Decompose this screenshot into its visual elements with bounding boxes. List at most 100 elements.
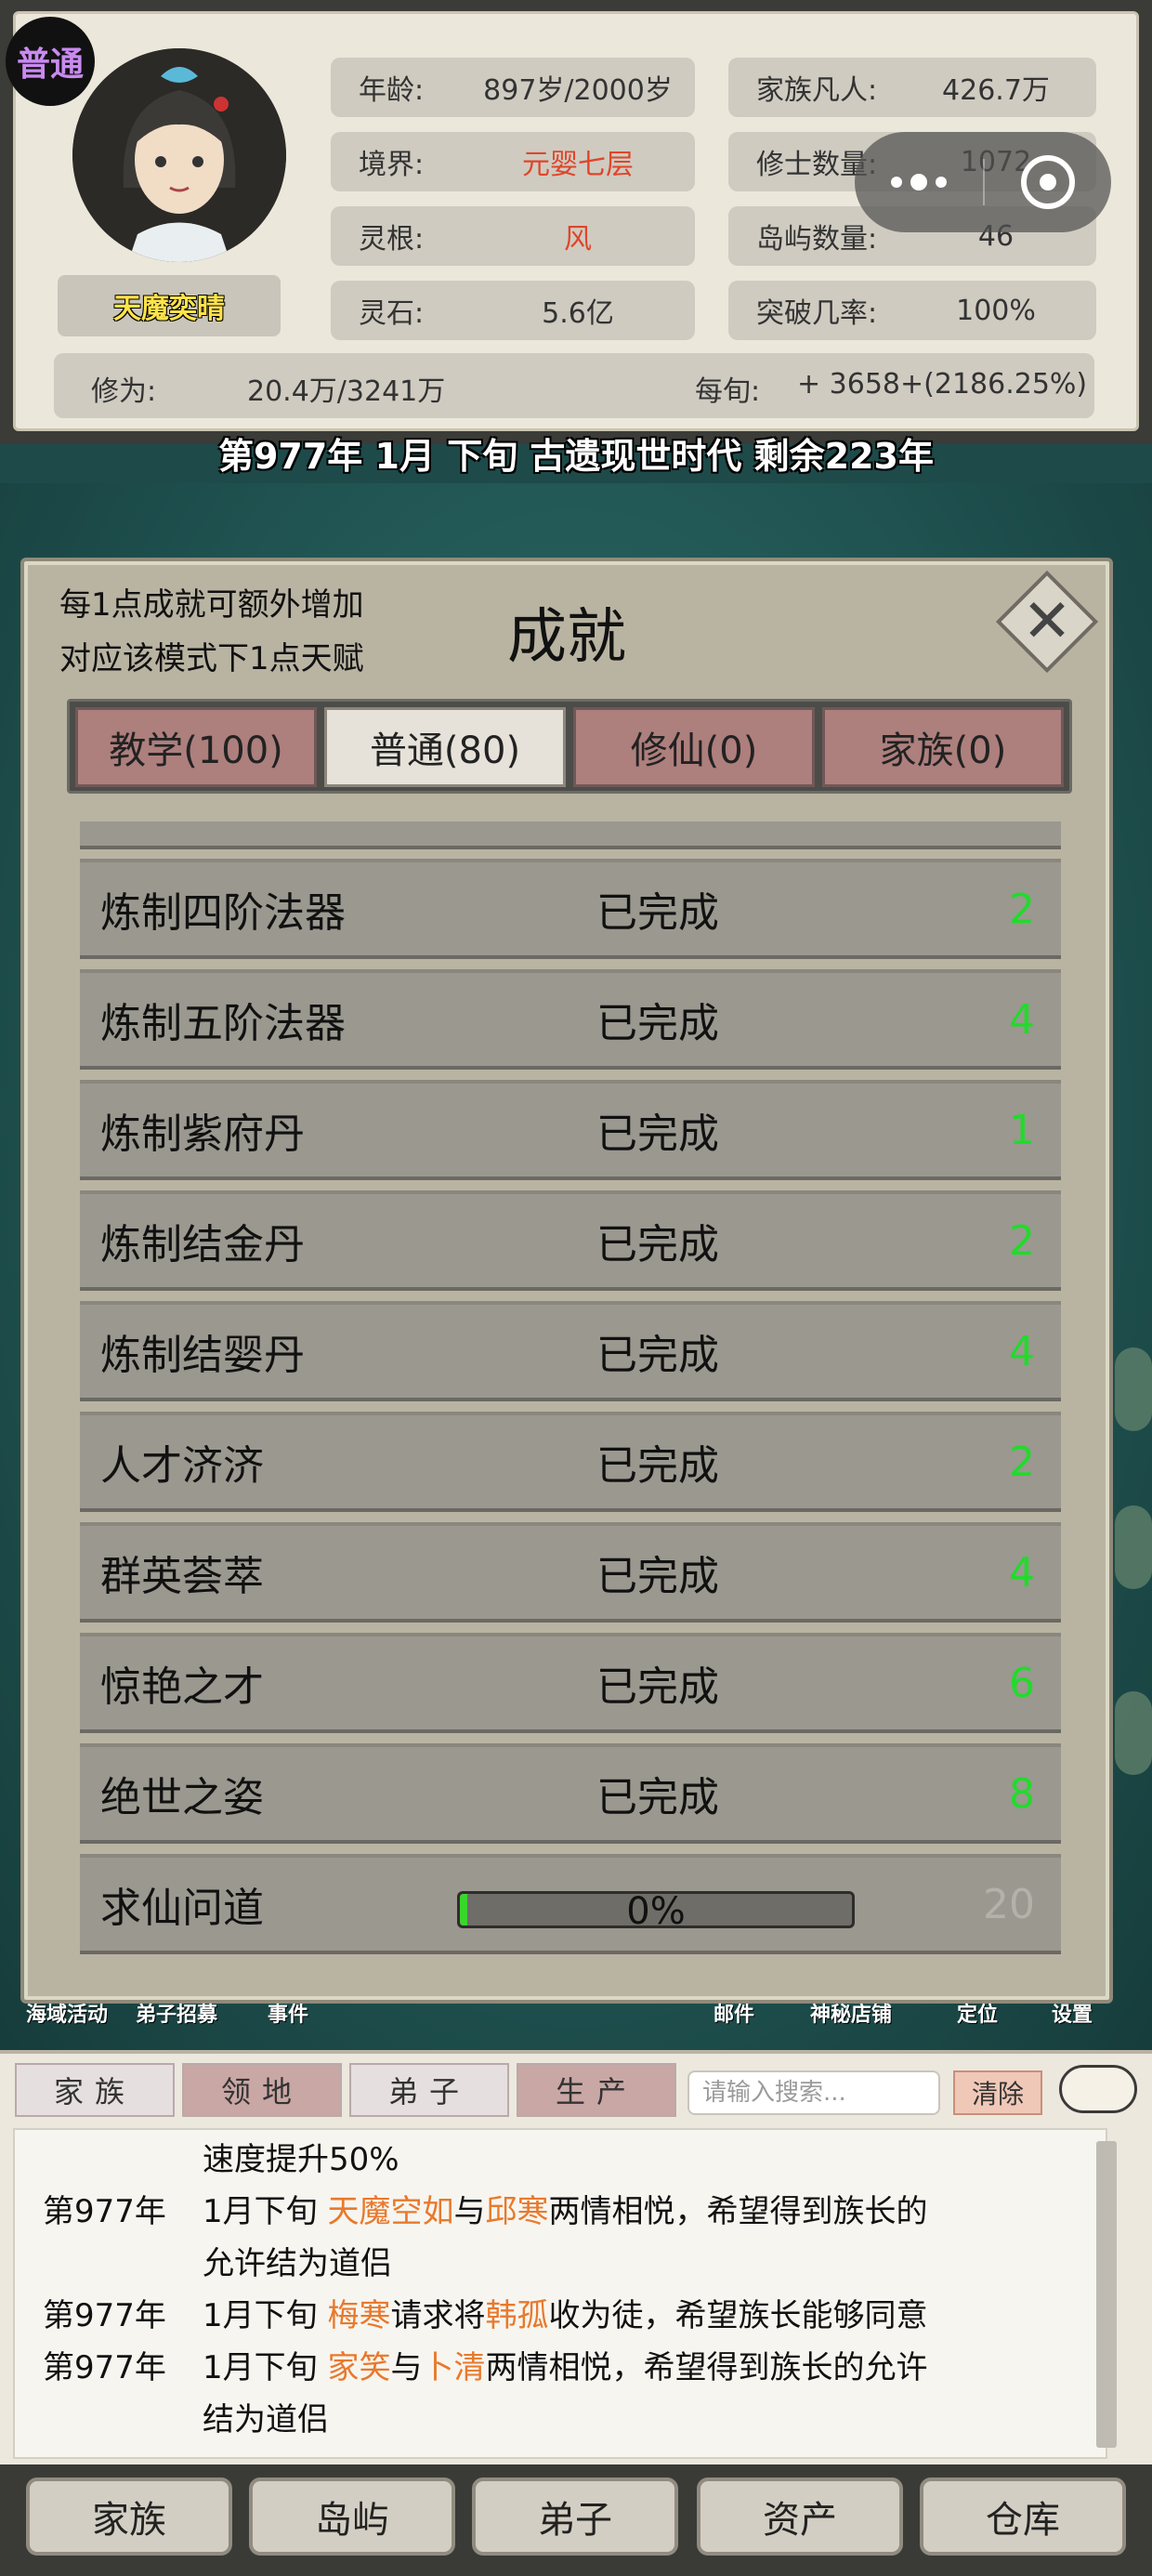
realm-stat: 境界: 元婴七层	[331, 132, 695, 191]
log-entry-name[interactable]: 天魔空如	[327, 2193, 453, 2230]
cloud-icon[interactable]	[1059, 2065, 1137, 2113]
settings-button[interactable]: 设置	[1052, 1998, 1093, 2028]
achievement-points: 4	[1009, 1548, 1035, 1597]
log-list[interactable]: 速度提升50% 第977年 1月下旬 天魔空如与邱寒两情相悦，希望得到族长的 允…	[13, 2128, 1107, 2459]
achievement-points: 4	[1009, 995, 1035, 1044]
log-entry-time: 1月下旬	[203, 2297, 328, 2334]
log-entry-time: 1月下旬	[203, 2349, 328, 2386]
map-side-icon[interactable]	[1115, 1505, 1152, 1589]
stones-label: 灵石:	[359, 297, 425, 330]
achievement-status: 已完成	[596, 821, 719, 829]
achievement-name: 炼制结金丹	[100, 1221, 305, 1268]
more-menu-icon[interactable]	[855, 132, 983, 232]
root-label: 灵根:	[359, 223, 425, 256]
achievement-points: 2	[1009, 1216, 1035, 1265]
close-button[interactable]: ✕	[995, 570, 1099, 674]
achievement-points: 1	[1009, 1106, 1035, 1154]
nav-family-button[interactable]: 家族	[26, 2477, 232, 2556]
recruit-disciple-button[interactable]: 弟子招募	[136, 1998, 217, 2028]
achievement-row: 炼制五阶法器 已完成 4	[80, 969, 1061, 1070]
breakthrough-label: 突破几率:	[756, 297, 878, 330]
realm-label: 境界:	[359, 149, 425, 181]
root-stat: 灵根: 风	[331, 206, 695, 266]
map-action-bar: 海域活动 弟子招募 事件 邮件 神秘店铺 定位 设置	[0, 1998, 1152, 2054]
log-entry-name[interactable]: 家笑	[327, 2349, 390, 2386]
log-entry-time: 1月下旬	[203, 2193, 328, 2230]
age-label: 年龄:	[359, 74, 425, 107]
miniprogram-capsule	[855, 132, 1111, 232]
log-tab-family[interactable]: 家族	[15, 2063, 175, 2117]
log-entry-name[interactable]: 邱寒	[485, 2193, 548, 2230]
log-search-input[interactable]: 请输入搜索...	[687, 2070, 940, 2115]
achievement-status: 已完成	[596, 1332, 719, 1379]
achievement-row: 炼制结婴丹 已完成 4	[80, 1301, 1061, 1401]
nav-disciples-button[interactable]: 弟子	[472, 2477, 678, 2556]
achievement-name: 炼制结婴丹	[100, 1332, 305, 1379]
mystery-shop-button[interactable]: 神秘店铺	[810, 1998, 892, 2028]
map-side-icon[interactable]	[1115, 1691, 1152, 1775]
avatar[interactable]	[72, 48, 286, 262]
log-entry: 1月下旬 梅寒请求将韩孤收为徒，希望族长能够同意	[203, 2290, 927, 2335]
achievement-note: 每1点成就可额外增加 对应该模式下1点天赋	[59, 578, 364, 686]
avatar-portrait-icon	[72, 48, 286, 262]
sea-event-button[interactable]: 海域活动	[26, 1998, 108, 2028]
bottom-nav: 家族 岛屿 弟子 资产 仓库	[0, 2464, 1152, 2576]
achievement-status: 已完成	[596, 1663, 719, 1711]
age-stat: 年龄: 897岁/2000岁	[331, 58, 695, 117]
log-tab-disciples[interactable]: 弟子	[349, 2063, 509, 2117]
progress-text: 0%	[626, 1890, 686, 1933]
tab-normal[interactable]: 普通(80)	[324, 707, 566, 787]
log-line-year: 第977年	[43, 2297, 166, 2334]
log-line-text: 结为道侣	[203, 2401, 329, 2438]
nav-assets-button[interactable]: 资产	[697, 2477, 903, 2556]
log-line-text: 速度提升50%	[203, 2141, 399, 2178]
tab-family[interactable]: 家族(0)	[822, 707, 1064, 787]
achievement-name: 惊艳之才	[100, 1663, 264, 1711]
achievement-row: 群英荟萃 已完成 4	[80, 1522, 1061, 1623]
breakthrough-value: 100%	[956, 294, 1036, 327]
achievement-points: 2	[1009, 1438, 1035, 1486]
map-side-icon[interactable]	[1115, 1347, 1152, 1431]
root-value: 风	[564, 223, 592, 256]
achievement-status: 已完成	[596, 1111, 719, 1158]
per-turn-value: + 3658+(2186.25%)	[797, 368, 1088, 401]
close-icon: ✕	[1022, 587, 1072, 656]
achievement-row: 人才济济 已完成 2	[80, 1412, 1061, 1512]
nav-islands-button[interactable]: 岛屿	[249, 2477, 455, 2556]
log-tab-territory[interactable]: 领地	[182, 2063, 342, 2117]
tab-cultivation[interactable]: 修仙(0)	[573, 707, 815, 787]
achievement-name: 求仙问道	[100, 1885, 264, 1932]
log-entry-text: 两情相悦，希望得到族长的	[548, 2193, 928, 2230]
log-tab-production[interactable]: 生产	[517, 2063, 676, 2117]
character-name[interactable]: 天魔奕晴	[58, 275, 281, 336]
achievement-status: 已完成	[596, 1221, 719, 1268]
nav-warehouse-button[interactable]: 仓库	[920, 2477, 1126, 2556]
dialog-title: 成就	[507, 603, 626, 672]
family-value: 426.7万	[942, 74, 1050, 107]
log-entry-name[interactable]: 梅寒	[327, 2297, 390, 2334]
locate-button[interactable]: 定位	[957, 1998, 998, 2028]
achievement-status: 已完成	[596, 889, 719, 937]
achievement-row: 炼制结金丹 已完成 2	[80, 1190, 1061, 1291]
events-button[interactable]: 事件	[268, 1998, 308, 2028]
clear-button[interactable]: 清除	[953, 2070, 1042, 2115]
achievement-name: 炼制五阶法器	[100, 1000, 346, 1047]
log-panel: 家族 领地 弟子 生产 请输入搜索... 清除 速度提升50% 第977年 1月…	[0, 2050, 1152, 2464]
mail-button[interactable]: 邮件	[713, 1998, 754, 2028]
log-entry-name[interactable]: 韩孤	[485, 2297, 548, 2334]
achievement-tabs: 教学(100) 普通(80) 修仙(0) 家族(0)	[67, 699, 1072, 794]
log-scrollbar[interactable]	[1096, 2141, 1117, 2448]
tab-teaching[interactable]: 教学(100)	[75, 707, 317, 787]
achievement-list[interactable]: 炼制三阶法器 已完成 炼制四阶法器 已完成 2 炼制五阶法器 已完成 4 炼制紫…	[80, 821, 1061, 1966]
log-entry-name[interactable]: 卜清	[422, 2349, 485, 2386]
stones-value: 5.6亿	[542, 297, 614, 330]
achievement-row: 绝世之姿 已完成 8	[80, 1743, 1061, 1844]
achievement-name: 炼制紫府丹	[100, 1111, 305, 1158]
achievement-note-line: 每1点成就可额外增加	[59, 586, 364, 624]
achievement-row: 炼制紫府丹 已完成 1	[80, 1080, 1061, 1180]
achievement-progress-bar: 0%	[457, 1890, 855, 1933]
achievement-name: 炼制三阶法器	[100, 821, 346, 829]
close-miniprogram-icon[interactable]	[985, 132, 1111, 232]
achievement-name: 人才济济	[100, 1442, 264, 1490]
era-status: 第977年 1月 下旬 古遗现世时代 剩余223年	[217, 436, 934, 477]
